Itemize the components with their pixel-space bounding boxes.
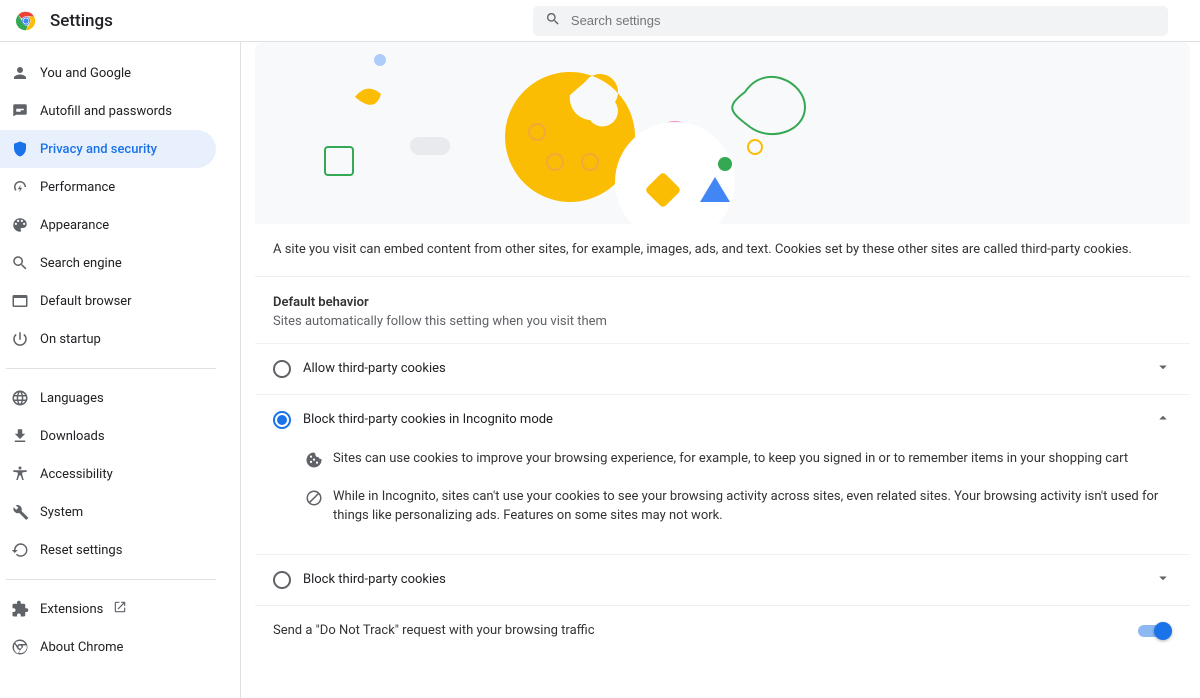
chrome-logo-icon xyxy=(16,11,36,31)
sidebar-divider xyxy=(6,579,216,580)
dnt-label: Send a "Do Not Track" request with your … xyxy=(273,623,1138,638)
sidebar-item-reset[interactable]: Reset settings xyxy=(0,531,226,569)
sidebar-item-label: About Chrome xyxy=(40,640,123,655)
sidebar-item-label: Extensions xyxy=(40,602,103,617)
chevron-down-icon xyxy=(1154,569,1172,591)
sidebar-item-default-browser[interactable]: Default browser xyxy=(0,282,226,320)
palette-icon xyxy=(6,216,34,234)
option-label: Block third-party cookies in Incognito m… xyxy=(303,412,1154,427)
sidebar-item-autofill[interactable]: Autofill and passwords xyxy=(0,92,226,130)
sidebar-item-label: Languages xyxy=(40,391,104,406)
sidebar-divider xyxy=(6,368,216,369)
do-not-track-row: Send a "Do Not Track" request with your … xyxy=(255,605,1190,656)
section-title: Default behavior xyxy=(255,277,1190,314)
radio-icon xyxy=(273,571,303,589)
search-input[interactable] xyxy=(571,13,1156,28)
detail-text: While in Incognito, sites can't use your… xyxy=(333,487,1172,526)
radio-icon xyxy=(273,360,303,378)
person-icon xyxy=(6,64,34,82)
sidebar-item-label: System xyxy=(40,505,83,520)
download-icon xyxy=(6,427,34,445)
chevron-up-icon xyxy=(1154,409,1172,431)
content: A site you visit can embed content from … xyxy=(241,42,1200,698)
radio-icon xyxy=(273,411,303,429)
dnt-toggle[interactable] xyxy=(1138,622,1172,640)
shield-icon xyxy=(6,140,34,158)
browser-icon xyxy=(6,292,34,310)
cookie-icon xyxy=(305,451,333,473)
page-title: Settings xyxy=(50,11,113,31)
sidebar: You and Google Autofill and passwords Pr… xyxy=(0,42,240,698)
sidebar-item-accessibility[interactable]: Accessibility xyxy=(0,455,226,493)
option-detail: Sites can use cookies to improve your br… xyxy=(255,445,1190,554)
search-icon xyxy=(6,254,34,272)
header: Settings xyxy=(0,0,1200,42)
power-icon xyxy=(6,330,34,348)
option-label: Allow third-party cookies xyxy=(303,361,1154,376)
sidebar-item-label: Performance xyxy=(40,180,115,195)
sidebar-item-label: Appearance xyxy=(40,218,109,233)
sidebar-item-downloads[interactable]: Downloads xyxy=(0,417,226,455)
sidebar-item-label: Accessibility xyxy=(40,467,113,482)
sidebar-item-languages[interactable]: Languages xyxy=(0,379,226,417)
sidebar-item-appearance[interactable]: Appearance xyxy=(0,206,226,244)
chrome-outline-icon xyxy=(6,638,34,656)
sidebar-item-about[interactable]: About Chrome xyxy=(0,628,226,666)
restore-icon xyxy=(6,541,34,559)
search-icon xyxy=(545,11,571,31)
speed-icon xyxy=(6,178,34,196)
illustration xyxy=(255,42,1190,224)
option-label: Block third-party cookies xyxy=(303,572,1154,587)
option-block-3p[interactable]: Block third-party cookies xyxy=(255,554,1190,605)
sidebar-item-label: Default browser xyxy=(40,294,132,309)
sidebar-item-label: Privacy and security xyxy=(40,142,157,157)
extension-icon xyxy=(6,600,34,618)
block-icon xyxy=(305,489,333,511)
sidebar-item-performance[interactable]: Performance xyxy=(0,168,226,206)
sidebar-item-system[interactable]: System xyxy=(0,493,226,531)
sidebar-item-label: Search engine xyxy=(40,256,122,271)
sidebar-item-extensions[interactable]: Extensions xyxy=(0,590,226,628)
sidebar-item-label: On startup xyxy=(40,332,101,347)
section-subtitle: Sites automatically follow this setting … xyxy=(255,314,1190,343)
sidebar-item-label: Downloads xyxy=(40,429,105,444)
wrench-icon xyxy=(6,503,34,521)
sidebar-item-on-startup[interactable]: On startup xyxy=(0,320,226,358)
option-block-3p-incognito[interactable]: Block third-party cookies in Incognito m… xyxy=(255,394,1190,445)
sidebar-item-label: You and Google xyxy=(40,66,131,81)
option-allow-3p[interactable]: Allow third-party cookies xyxy=(255,343,1190,394)
description-text: A site you visit can embed content from … xyxy=(255,224,1190,277)
sidebar-item-privacy[interactable]: Privacy and security xyxy=(0,130,216,168)
sidebar-item-label: Autofill and passwords xyxy=(40,104,172,119)
sidebar-item-you-and-google[interactable]: You and Google xyxy=(0,54,226,92)
chevron-down-icon xyxy=(1154,358,1172,380)
sidebar-item-label: Reset settings xyxy=(40,543,122,558)
autofill-icon xyxy=(6,102,34,120)
detail-text: Sites can use cookies to improve your br… xyxy=(333,449,1172,469)
external-link-icon xyxy=(113,600,127,618)
sidebar-item-search-engine[interactable]: Search engine xyxy=(0,244,226,282)
globe-icon xyxy=(6,389,34,407)
search-box[interactable] xyxy=(533,6,1168,36)
accessibility-icon xyxy=(6,465,34,483)
